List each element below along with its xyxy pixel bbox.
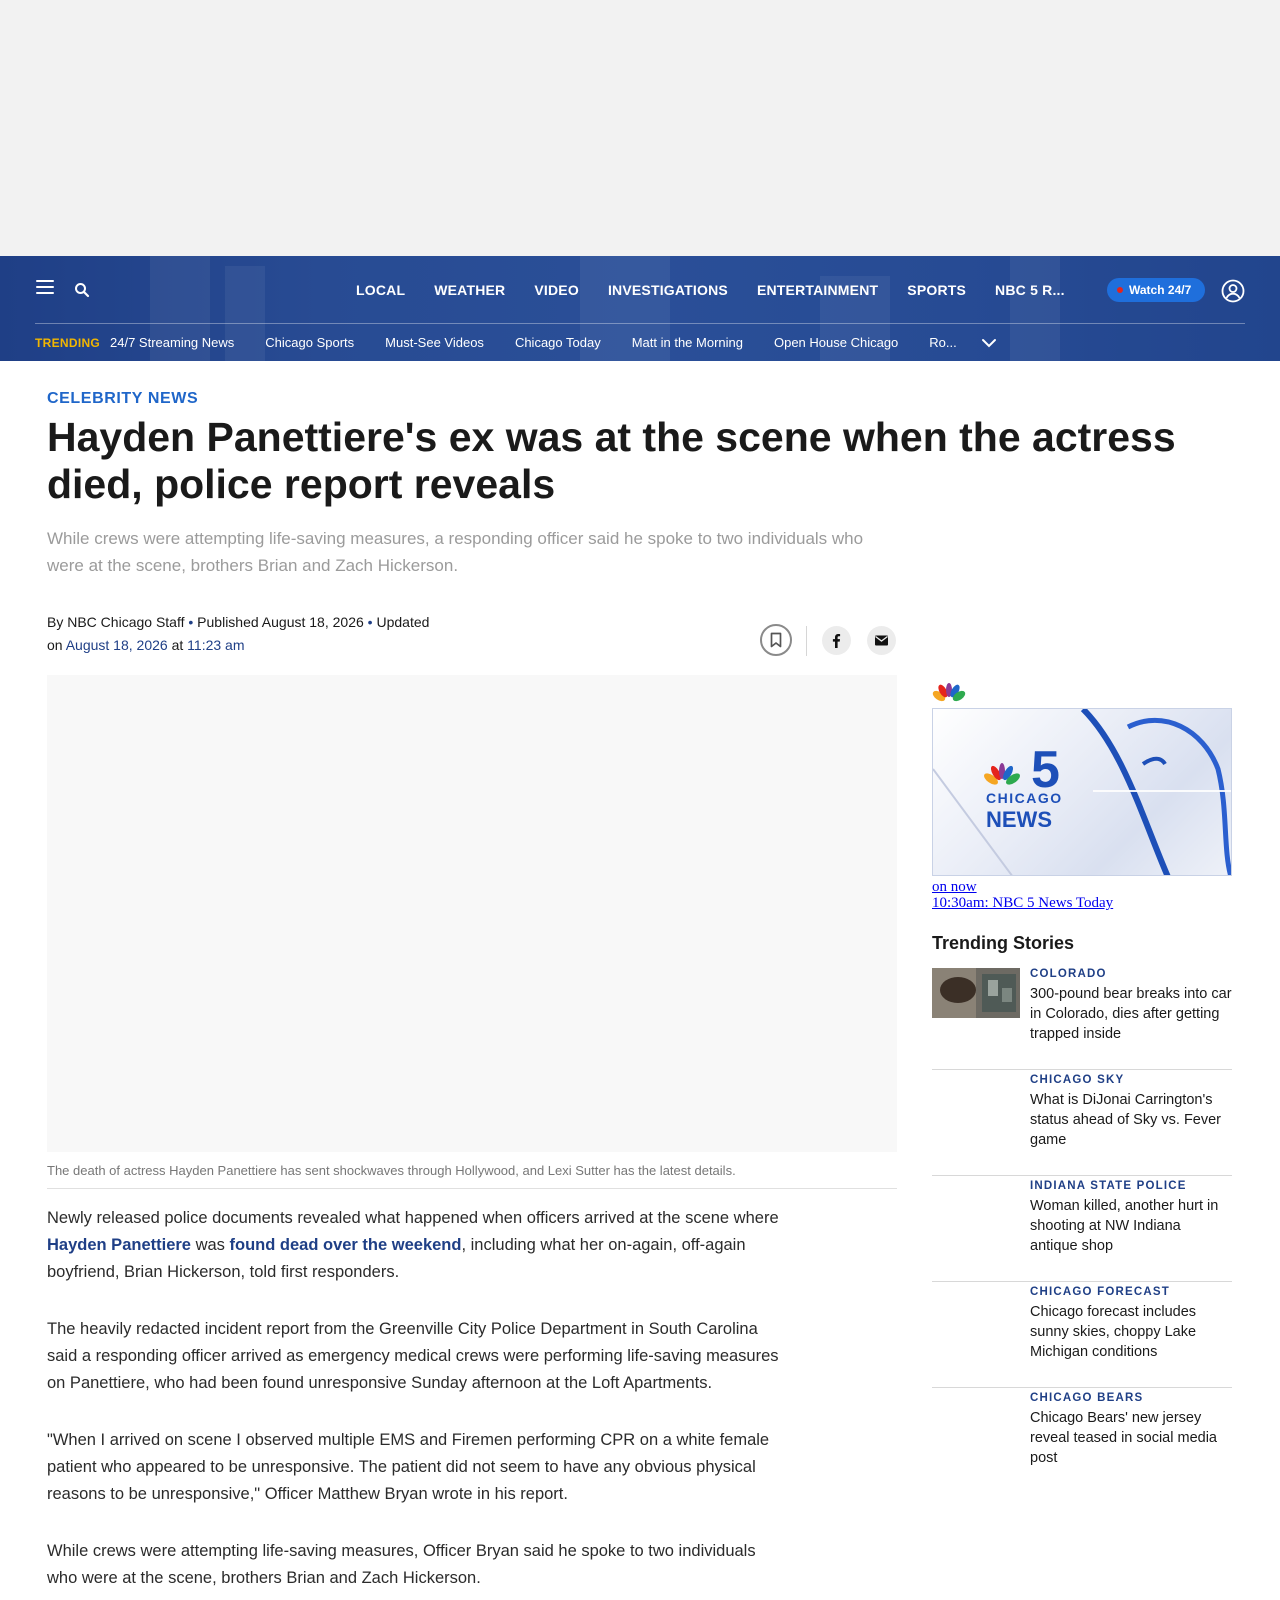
- paragraph-text: was: [190, 1236, 230, 1254]
- byline-updated-time: 11:23 am: [187, 637, 245, 653]
- byline-at: at: [171, 637, 184, 653]
- video-player[interactable]: [47, 675, 897, 1152]
- story-kicker: COLORADO: [1030, 968, 1107, 980]
- email-icon[interactable]: [867, 626, 896, 655]
- trending-links: 24/7 Streaming News Chicago Sports Must-…: [110, 335, 988, 350]
- trending-link-streaming[interactable]: 24/7 Streaming News: [110, 335, 234, 350]
- story-title: Chicago forecast includes sunny skies, c…: [1030, 1304, 1197, 1360]
- nav-nbc5-responds[interactable]: NBC 5 R...: [995, 282, 1065, 298]
- article-paragraph: While crews were attempting life-saving …: [47, 1542, 756, 1587]
- menu-icon[interactable]: [36, 280, 54, 294]
- story-kicker: CHICAGO FORECAST: [1030, 1286, 1170, 1298]
- video-caption: The death of actress Hayden Panettiere h…: [47, 1163, 736, 1178]
- article-paragraph: The heavily redacted incident report fro…: [47, 1320, 779, 1392]
- trending-link-chicago-today[interactable]: Chicago Today: [515, 335, 601, 350]
- trending-stories-title: Trending Stories: [932, 933, 1075, 953]
- story-kicker: INDIANA STATE POLICE: [1030, 1180, 1187, 1192]
- trending-link-chicago-sports[interactable]: Chicago Sports: [265, 335, 354, 350]
- nav-investigations[interactable]: INVESTIGATIONS: [608, 282, 728, 298]
- nbc-peacock-icon: [932, 683, 966, 703]
- trending-link-open-house[interactable]: Open House Chicago: [774, 335, 898, 350]
- live-stream-thumbnail[interactable]: 5 CHICAGO NEWS: [932, 708, 1232, 876]
- trending-story[interactable]: COLORADO 300-pound bear breaks into car …: [932, 964, 1232, 1070]
- chevron-down-icon[interactable]: [981, 336, 997, 348]
- nav-weather[interactable]: WEATHER: [434, 282, 505, 298]
- bookmark-icon[interactable]: [760, 624, 792, 656]
- article-headline: Hayden Panettiere's ex was at the scene …: [47, 414, 1176, 507]
- link-hayden-panettiere[interactable]: Hayden Panettiere: [47, 1236, 191, 1254]
- byline-author[interactable]: NBC Chicago Staff: [67, 614, 184, 630]
- story-title: Woman killed, another hurt in shooting a…: [1030, 1198, 1219, 1254]
- story-thumbnail: [932, 968, 1020, 1018]
- nav-local[interactable]: LOCAL: [356, 282, 405, 298]
- story-title: 300-pound bear breaks into car in Colora…: [1030, 986, 1232, 1042]
- live-now-link[interactable]: on now 10:30am: NBC 5 News Today: [932, 879, 1113, 911]
- trending-label: TRENDING: [35, 336, 101, 350]
- trending-link-must-see[interactable]: Must-See Videos: [385, 335, 484, 350]
- story-kicker: CHICAGO SKY: [1030, 1074, 1125, 1086]
- byline-updated-date: August 18, 2026: [65, 637, 168, 653]
- search-icon[interactable]: [74, 282, 90, 298]
- caption-divider: [47, 1188, 897, 1189]
- trending-stories-list: COLORADO 300-pound bear breaks into car …: [932, 964, 1232, 1494]
- article-byline: By NBC Chicago Staff • Published August …: [47, 611, 467, 657]
- facebook-icon[interactable]: [822, 626, 851, 655]
- watch-live-button[interactable]: Watch 24/7: [1107, 278, 1206, 302]
- advertisement-slot: [0, 0, 1280, 256]
- link-found-dead[interactable]: found dead over the weekend: [230, 1236, 462, 1254]
- trending-link-matt-morning[interactable]: Matt in the Morning: [632, 335, 743, 350]
- live-dot-icon: [1117, 287, 1123, 293]
- site-header: LOCAL WEATHER VIDEO INVESTIGATIONS ENTER…: [0, 256, 1280, 361]
- share-divider: [806, 626, 807, 656]
- article-paragraph: "When I arrived on scene I observed mult…: [47, 1431, 770, 1503]
- trending-story[interactable]: INDIANA STATE POLICE Woman killed, anoth…: [932, 1176, 1232, 1282]
- byline-by: By: [47, 614, 64, 630]
- primary-nav-row: LOCAL WEATHER VIDEO INVESTIGATIONS ENTER…: [0, 256, 1280, 324]
- story-kicker: CHICAGO BEARS: [1030, 1392, 1144, 1404]
- account-icon[interactable]: [1221, 279, 1245, 303]
- nav-video[interactable]: VIDEO: [534, 282, 579, 298]
- byline-published-date: August 18, 2026: [261, 614, 364, 630]
- trending-bar: TRENDING 24/7 Streaming News Chicago Spo…: [0, 324, 1280, 361]
- on-now-label: on now: [932, 879, 977, 895]
- main-nav: LOCAL WEATHER VIDEO INVESTIGATIONS ENTER…: [356, 282, 1094, 298]
- article-dek: While crews were attempting life-saving …: [47, 529, 864, 575]
- logo-word-chicago: CHICAGO: [986, 790, 1063, 806]
- live-program-label: 10:30am: NBC 5 News Today: [932, 895, 1114, 911]
- article-category[interactable]: CELEBRITY NEWS: [47, 390, 198, 408]
- logo-word-news: NEWS: [986, 807, 1052, 832]
- nav-entertainment[interactable]: ENTERTAINMENT: [757, 282, 878, 298]
- byline-bullet: •: [184, 614, 198, 630]
- trending-story[interactable]: CHICAGO FORECAST Chicago forecast includ…: [932, 1282, 1232, 1388]
- byline-bullet: •: [363, 614, 377, 630]
- trending-story[interactable]: CHICAGO SKY What is DiJonai Carrington's…: [932, 1070, 1232, 1176]
- byline-updated-label: Updated: [376, 614, 430, 630]
- trending-link-more[interactable]: Ro...: [929, 335, 956, 350]
- story-title: Chicago Bears' new jersey reveal teased …: [1030, 1410, 1217, 1466]
- byline-on: on: [47, 637, 63, 653]
- watch-live-label: Watch 24/7: [1129, 283, 1192, 297]
- byline-published-label: Published: [197, 614, 259, 630]
- nav-sports[interactable]: SPORTS: [907, 282, 966, 298]
- article-body: Newly released police documents revealed…: [47, 1205, 787, 1600]
- paragraph-text: Newly released police documents revealed…: [47, 1209, 779, 1227]
- story-title: What is DiJonai Carrington's status ahea…: [1030, 1092, 1222, 1148]
- article-paragraph: Newly released police documents revealed…: [47, 1205, 787, 1286]
- trending-story[interactable]: CHICAGO BEARS Chicago Bears' new jersey …: [932, 1388, 1232, 1494]
